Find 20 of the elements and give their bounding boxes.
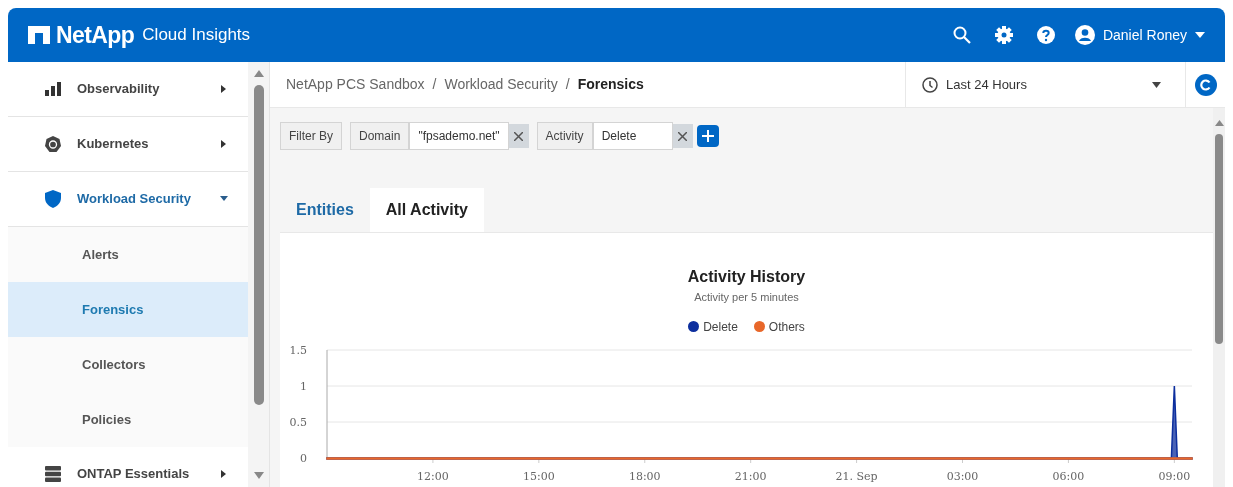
y-tick-label: 1 xyxy=(300,379,307,393)
chart-subtitle: Activity per 5 minutes xyxy=(694,290,799,305)
breadcrumb-separator: / xyxy=(432,75,437,94)
x-tick-label: 21. Sep xyxy=(835,469,878,483)
filter-label: Filter By xyxy=(280,122,342,150)
y-tick-label: 0.5 xyxy=(289,415,307,429)
x-tick-label: 06:00 xyxy=(1052,469,1085,483)
x-tick-label: 18:00 xyxy=(628,469,661,483)
x-tick-label: 21:00 xyxy=(734,469,767,483)
x-tick-label: 03:00 xyxy=(946,469,979,483)
x-tick-label: 12:00 xyxy=(417,469,449,483)
x-tick-label: 09:00 xyxy=(1158,469,1191,483)
y-tick-label: 0 xyxy=(300,451,307,465)
breadcrumb-current: Forensics xyxy=(577,75,644,94)
chart-title: Activity History xyxy=(687,267,806,287)
y-tick-label: 1.5 xyxy=(289,343,307,357)
breadcrumb-separator: / xyxy=(565,75,570,94)
brand-name: NetApp xyxy=(56,20,135,50)
x-tick-label: 15:00 xyxy=(523,469,555,483)
product-name: Cloud Insights xyxy=(142,24,251,47)
